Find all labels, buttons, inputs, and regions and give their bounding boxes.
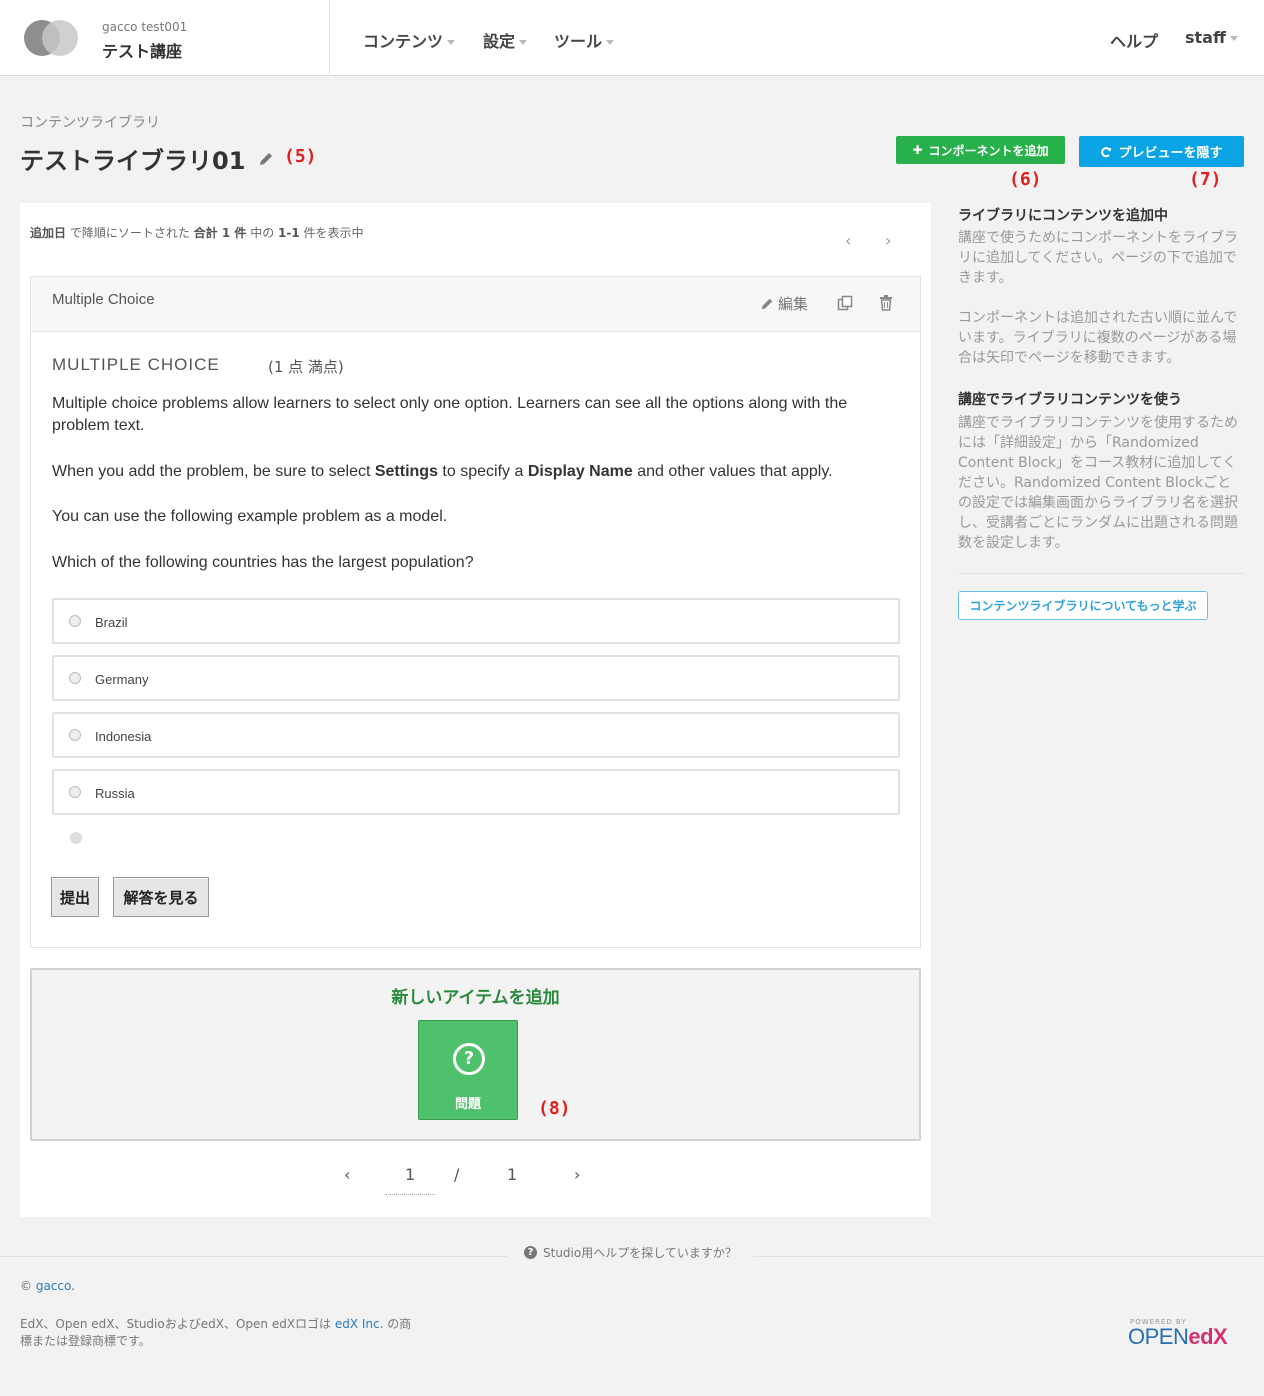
problem-example-note: You can use the following example proble… [52, 508, 448, 525]
header-divider [329, 0, 330, 76]
sidebar-text-order: コンポーネントは追加された古い順に並んでいます。ライブラリに複数のページがある場… [958, 310, 1238, 366]
pencil-icon[interactable] [258, 151, 274, 167]
nav-help[interactable]: ヘルプ [1110, 28, 1158, 52]
problem-instructions: When you add the problem, be sure to sel… [52, 463, 833, 480]
question-circle-icon: ? [453, 1043, 485, 1075]
edx-link[interactable]: edX Inc. [335, 1317, 384, 1331]
refresh-icon [1101, 146, 1112, 157]
sidebar-text-using: 講座でライブラリコンテンツを使用するためには「詳細設定」から「Randomize… [958, 415, 1238, 551]
add-new-title: 新しいアイテムを追加 [391, 988, 560, 1008]
edit-button[interactable]: 編集 [760, 293, 808, 314]
xblock-component: Multiple Choice 編集 MULTIPLE CHOICE (1 点 … [30, 276, 921, 948]
gacco-link[interactable]: gacco [36, 1279, 71, 1293]
radio-button[interactable] [69, 672, 81, 684]
next-page-icon[interactable]: › [885, 231, 891, 250]
open-edx-logo[interactable]: POWERED BY OPENedX [1128, 1318, 1240, 1349]
caret-down-icon [1229, 36, 1238, 41]
breadcrumb: コンテンツライブラリ [20, 115, 160, 131]
course-title[interactable]: テスト講座 [102, 38, 182, 62]
sidebar-text-adding: 講座で使うためにコンポーネントをライブラリに追加してください。ページの下で追加で… [958, 230, 1238, 286]
status-indicator [70, 832, 82, 844]
show-answer-button[interactable]: 解答を見る [113, 877, 209, 917]
xblock-header: Multiple Choice 編集 [31, 277, 920, 332]
page-input-underline [385, 1194, 435, 1195]
add-component-button[interactable]: ✚ コンポーネントを追加 [896, 136, 1065, 164]
pencil-icon [761, 298, 773, 309]
page-separator: / [454, 1165, 460, 1184]
radio-button[interactable] [69, 786, 81, 798]
sidebar-heading-using: 講座でライブラリコンテンツを使う [958, 392, 1182, 408]
total-pages: 1 [507, 1165, 518, 1184]
annotation-7: (7) [1189, 169, 1222, 190]
nav-content[interactable]: コンテンツ [363, 28, 456, 52]
problem-header: MULTIPLE CHOICE [52, 355, 220, 374]
annotation-6: (6) [1009, 169, 1042, 190]
studio-help-link[interactable]: ? Studio用ヘルプを探していますか？ [508, 1244, 753, 1261]
choice-brazil[interactable]: Brazil [52, 598, 900, 644]
plus-icon: ✚ [912, 143, 923, 157]
sort-info: 追加日 で降順にソートされた 合計 1 件 中の 1-1 件を表示中 [30, 226, 364, 240]
add-problem-button[interactable]: ? 問題 [418, 1020, 518, 1120]
duplicate-icon[interactable] [837, 295, 853, 311]
radio-button[interactable] [69, 615, 81, 627]
user-menu[interactable]: staff [1185, 28, 1238, 47]
trademark-notice: EdX、Open edX、StudioおよびedX、Open edXロゴは ed… [20, 1317, 412, 1348]
add-new-item-panel: 新しいアイテムを追加 ? 問題 (8) [30, 968, 921, 1141]
prev-page-icon[interactable]: ‹ [845, 231, 851, 250]
caret-down-icon [606, 40, 615, 45]
prev-page-icon[interactable]: ‹ [344, 1165, 350, 1184]
current-page[interactable]: 1 [405, 1165, 415, 1184]
annotation-5: (5) [284, 146, 317, 167]
problem-description: Multiple choice problems allow learners … [52, 395, 848, 434]
radio-button[interactable] [69, 729, 81, 741]
submit-button[interactable]: 提出 [51, 877, 99, 917]
choice-germany[interactable]: Germany [52, 655, 900, 701]
problem-question: Which of the following countries has the… [52, 554, 474, 571]
annotation-8: (8) [538, 1098, 571, 1119]
library-content-panel: 追加日 で降順にソートされた 合計 1 件 中の 1-1 件を表示中 ‹ › M… [20, 203, 931, 1217]
problem-points: (1 点 満点) [268, 358, 344, 376]
caret-down-icon [447, 40, 456, 45]
copyright: © gacco. [20, 1279, 75, 1293]
nav-settings[interactable]: 設定 [483, 28, 528, 52]
hide-preview-button[interactable]: プレビューを隠す [1079, 136, 1244, 167]
nav-tools[interactable]: ツール [554, 28, 615, 52]
sidebar-divider [958, 573, 1244, 574]
library-title: テストライブラリ01 [20, 147, 246, 175]
trash-icon[interactable] [879, 295, 893, 311]
component-name: Multiple Choice [52, 291, 155, 308]
course-org: gacco test001 [102, 20, 188, 34]
choice-russia[interactable]: Russia [52, 769, 900, 815]
studio-header: gacco test001 テスト講座 コンテンツ 設定 ツール ヘルプ sta… [0, 0, 1264, 76]
next-page-icon[interactable]: › [574, 1165, 580, 1184]
caret-down-icon [519, 40, 528, 45]
question-icon: ? [524, 1246, 537, 1259]
choice-indonesia[interactable]: Indonesia [52, 712, 900, 758]
gacco-logo[interactable] [24, 20, 78, 56]
sidebar-heading-adding: ライブラリにコンテンツを追加中 [958, 208, 1168, 224]
learn-more-button[interactable]: コンテンツライブラリについてもっと学ぶ [958, 591, 1208, 620]
